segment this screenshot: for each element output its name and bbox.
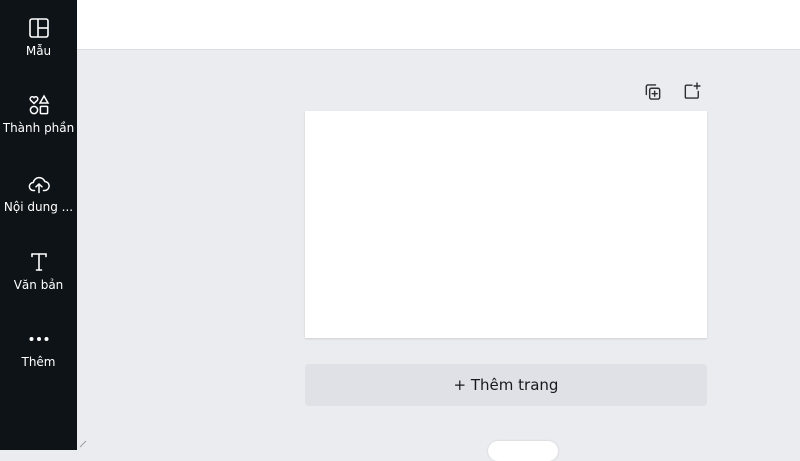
sidebar-item-label: Mẫu (25, 44, 52, 58)
sidebar-item-elements[interactable]: Thành phần (0, 93, 77, 163)
sidebar-item-text[interactable]: Văn bản (0, 250, 77, 320)
resize-corner-icon (79, 440, 87, 448)
add-page-bottom-button[interactable]: + Thêm trang (305, 364, 707, 406)
sidebar-item-label: Văn bản (13, 278, 64, 292)
add-page-button[interactable] (679, 78, 705, 104)
more-dots-icon (29, 337, 48, 341)
shapes-icon (28, 94, 49, 115)
editor-window: Mẫu Thành phần Nội dung ... Văn bản Thêm… (0, 0, 800, 461)
sidebar-item-templates[interactable]: Mẫu (0, 16, 77, 86)
sidebar: Mẫu Thành phần Nội dung ... Văn bản Thêm (0, 0, 77, 450)
add-page-icon (684, 82, 701, 99)
sidebar-item-label: Nội dung ... (3, 200, 74, 214)
duplicate-page-icon (645, 84, 661, 100)
sidebar-item-label: Thành phần (2, 121, 75, 135)
zoom-control-pill[interactable] (488, 441, 558, 461)
sidebar-item-more[interactable]: Thêm (0, 327, 77, 397)
sidebar-item-uploads[interactable]: Nội dung ... (0, 172, 77, 242)
add-page-label: + Thêm trang (453, 376, 559, 394)
sidebar-item-label: Thêm (21, 355, 56, 369)
duplicate-page-button[interactable] (640, 79, 666, 105)
layout-template-icon (28, 18, 49, 38)
cloud-upload-icon (28, 176, 50, 194)
design-page-canvas[interactable] (305, 111, 707, 338)
text-icon (30, 253, 47, 271)
top-toolbar (77, 0, 800, 50)
